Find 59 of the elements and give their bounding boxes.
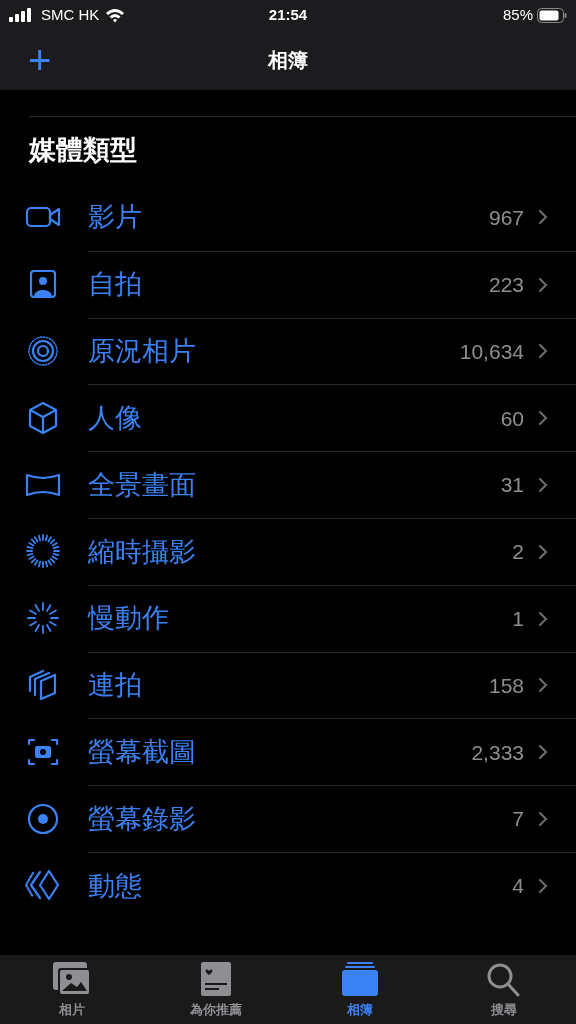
battery-icon [537,7,567,23]
item-count: 7 [512,806,524,833]
row-label: 連拍 [88,669,143,703]
item-count: 2,333 [471,739,524,766]
row-label: 慢動作 [88,602,170,636]
item-count: 967 [488,204,524,231]
chevron-icon [538,543,548,560]
chevron-icon [538,477,548,494]
item-count: 60 [500,405,524,432]
item-count: 2 [512,539,524,566]
chevron-icon [538,343,548,360]
row-label: 人像 [88,402,143,436]
clock-time: 21:54 [268,4,308,25]
media-type-row[interactable]: 連拍 158 [0,651,576,719]
tab[interactable]: 相簿 [288,955,432,1024]
chevron-icon [538,811,548,828]
chevron-icon [538,610,548,627]
section-heading: 媒體類型 [29,134,137,168]
item-count: 1 [512,605,524,632]
dashed-circle-icon [24,600,62,637]
battery-percent: 85% [502,4,533,25]
row-label: 自拍 [88,268,143,302]
carrier-name: SMC HK [41,4,100,25]
media-type-row[interactable]: 自拍 223 [0,250,576,318]
wifi-icon [105,7,126,23]
row-label: 縮時攝影 [88,535,197,569]
row-label: 影片 [88,201,143,235]
item-count: 10,634 [459,338,524,365]
media-type-row[interactable]: 全景畫面 31 [0,451,576,518]
media-type-row[interactable]: 縮時攝影 2 [0,518,576,585]
media-type-row[interactable]: 慢動作 1 [0,584,576,652]
media-type-row[interactable]: 動態 4 [0,851,576,919]
item-count: 158 [488,672,524,699]
item-count: 4 [512,873,524,900]
row-label: 全景畫面 [88,468,197,502]
chevron-icon [538,410,548,427]
tab[interactable]: 為你推薦 [144,955,288,1024]
media-type-row[interactable]: 螢幕錄影 7 [0,785,576,852]
item-count: 223 [488,271,524,298]
chevron-icon [538,744,548,761]
media-type-row[interactable]: 影片 967 [0,184,576,251]
row-label: 螢幕截圖 [88,736,197,769]
media-type-row[interactable]: 原況相片 10,634 [0,317,576,385]
row-label: 動態 [88,869,143,903]
chevron-icon [538,877,548,894]
dashed-circle-icon [24,533,62,570]
chevron-icon [538,209,548,226]
chevron-icon [538,677,548,694]
media-type-row[interactable]: 螢幕截圖 2,333 [0,718,576,786]
album-stack-icon [339,959,381,998]
chevron-icon [538,276,548,293]
row-label: 原況相片 [88,335,197,369]
item-count: 31 [500,472,524,499]
page-title: 相簿 [268,48,308,73]
tab[interactable]: 相片 [0,955,144,1024]
row-label: 螢幕錄影 [88,802,197,836]
tab[interactable]: 搜尋 [432,955,576,1024]
add-button[interactable]: + [28,40,52,80]
media-type-row[interactable]: 人像 60 [0,384,576,452]
